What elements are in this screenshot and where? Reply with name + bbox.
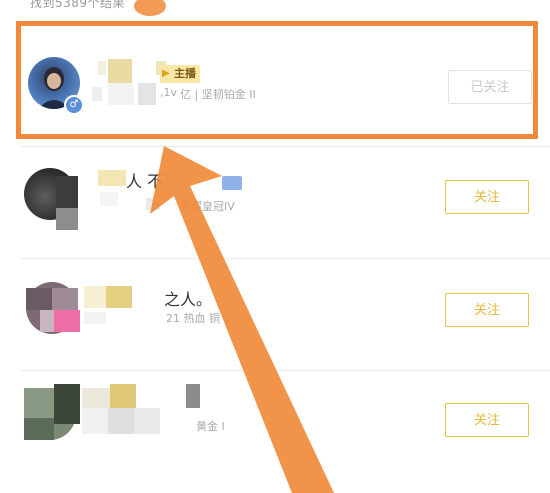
blurred-name-block — [110, 384, 136, 408]
blurred-sub-block — [100, 192, 118, 206]
follow-button[interactable]: 关注 — [445, 293, 529, 327]
blurred-name-block — [186, 384, 200, 408]
blurred-sub-block — [82, 408, 108, 434]
blurred-name-block — [164, 172, 178, 186]
result-count-label: 找到5389个结果 — [30, 0, 126, 10]
player-rank: 21 热血 铜 V — [166, 312, 232, 325]
highlight-box — [16, 21, 538, 139]
display-name: 人 不 — [126, 172, 164, 191]
blurred-sub-block — [108, 408, 134, 434]
follow-button[interactable]: 关注 — [445, 403, 529, 437]
blurred-sub-block — [134, 408, 160, 434]
blurred-avatar-block — [52, 288, 78, 310]
result-row-2[interactable]: 人 不 荣耀皇冠IV 关注 — [0, 146, 550, 256]
blurred-name-block — [82, 388, 110, 408]
blurred-name-block — [106, 286, 132, 308]
result-row-3[interactable]: 之人。 21 热血 铜 V 关注 — [0, 258, 550, 368]
blurred-name-block — [98, 170, 126, 186]
blurred-name-block — [84, 286, 106, 308]
level-badge-icon — [222, 176, 242, 190]
blurred-sub-block — [84, 312, 106, 324]
player-rank: 荣耀皇冠IV — [180, 200, 235, 213]
blurred-avatar-block — [24, 388, 54, 418]
blurred-avatar-block — [54, 384, 80, 424]
display-name: 之人。 — [164, 290, 213, 309]
player-rank: 黄金 I — [196, 420, 225, 433]
blurred-avatar-block — [56, 176, 78, 210]
search-results-page: 找到5389个结果 ♂ ▶ 主播 ,1v 亿 | 坚韧铂金 II 已关注 人 不… — [0, 0, 550, 493]
blurred-avatar-block — [24, 418, 54, 440]
blurred-sub-block — [146, 198, 160, 210]
blurred-avatar-block — [40, 310, 54, 332]
result-row-4[interactable]: 黄金 I 关注 — [0, 370, 550, 480]
blurred-avatar-block — [26, 288, 52, 310]
follow-button[interactable]: 关注 — [445, 180, 529, 214]
blurred-avatar-block — [54, 310, 80, 332]
blurred-avatar-block — [56, 208, 78, 230]
